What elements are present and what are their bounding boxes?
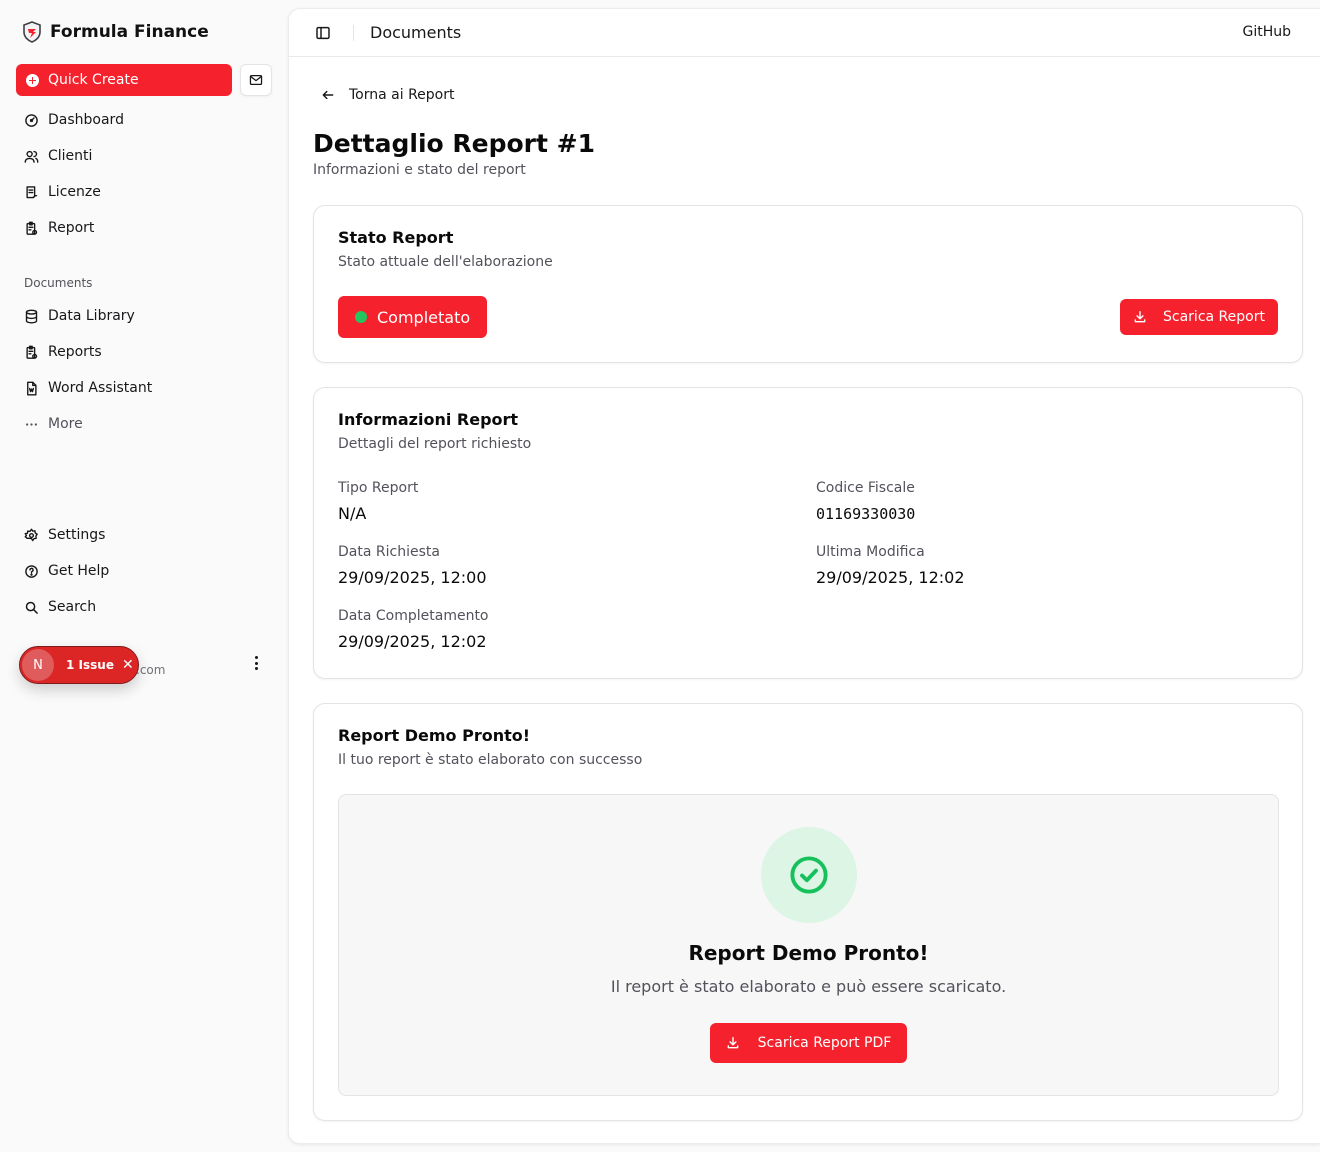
issue-label: 1 Issue xyxy=(66,658,114,672)
download-icon xyxy=(727,1037,739,1049)
ultima-modifica-label: Ultima Modifica xyxy=(816,544,925,560)
divider xyxy=(353,25,354,41)
quick-create-label: Quick Create xyxy=(48,72,139,88)
back-link-label: Torna ai Report xyxy=(349,87,455,103)
sidebar-item-word-assistant[interactable]: Word Assistant xyxy=(16,372,272,404)
issue-badge[interactable]: N 1 Issue ✕ xyxy=(19,646,139,684)
ultima-modifica-value: 29/09/2025, 12:02 xyxy=(816,568,965,587)
back-link[interactable]: Torna ai Report xyxy=(321,87,454,103)
users-icon xyxy=(24,150,39,163)
status-dot xyxy=(355,311,367,323)
download-pdf-label: Scarica Report PDF xyxy=(757,1035,892,1051)
card-description: Dettagli del report richiesto xyxy=(338,436,532,452)
tipo-report-label: Tipo Report xyxy=(338,480,419,496)
report-icon xyxy=(26,221,38,235)
sidebar-toggle-button[interactable] xyxy=(313,23,333,43)
mail-icon xyxy=(249,74,263,86)
sidebar-item-label: Clienti xyxy=(48,148,93,164)
data-completamento-value: 29/09/2025, 12:02 xyxy=(338,632,487,651)
page-subtitle: Informazioni e stato del report xyxy=(313,162,526,178)
github-link[interactable]: GitHub xyxy=(1242,24,1291,40)
download-icon xyxy=(1134,311,1146,323)
brand[interactable]: Formula Finance xyxy=(22,20,209,44)
codice-fiscale-value: 01169330030 xyxy=(816,505,916,523)
status-card: Stato Report Stato attuale dell'elaboraz… xyxy=(313,205,1303,363)
sidebar-item-clienti[interactable]: Clienti xyxy=(16,140,272,172)
sidebar-item-search[interactable]: Search xyxy=(16,591,272,623)
sidebar-item-reports[interactable]: Reports xyxy=(16,336,272,368)
sidebar-item-settings[interactable]: Settings xyxy=(16,519,272,551)
ellipsis-icon xyxy=(26,422,37,426)
brand-name: Formula Finance xyxy=(50,22,209,42)
quick-create-button[interactable]: Quick Create xyxy=(16,64,232,96)
demo-ready-card: Report Demo Pronto! Il tuo report è stat… xyxy=(313,703,1303,1121)
success-message: Il report è stato elaborato e può essere… xyxy=(610,977,1007,996)
card-title: Informazioni Report xyxy=(338,410,519,429)
success-check-icon xyxy=(761,827,857,923)
status-label: Completato xyxy=(377,307,471,327)
dashboard-icon xyxy=(25,113,38,127)
user-email: .com xyxy=(136,663,166,677)
inbox-button[interactable] xyxy=(240,64,272,96)
success-panel: Report Demo Pronto! Il report è stato el… xyxy=(338,794,1279,1096)
sidebar-item-label: Word Assistant xyxy=(48,380,153,396)
download-report-button[interactable]: Scarica Report xyxy=(1120,299,1278,335)
database-icon xyxy=(25,309,38,323)
data-richiesta-label: Data Richiesta xyxy=(338,544,440,560)
page-section-title: Documents xyxy=(370,23,462,42)
arrow-left-icon xyxy=(322,90,334,100)
sidebar-item-label: Data Library xyxy=(48,308,135,324)
license-icon xyxy=(26,185,38,198)
sidebar-item-label: Get Help xyxy=(48,563,110,579)
panel-left-icon xyxy=(316,26,330,40)
help-icon xyxy=(25,564,38,578)
sidebar: Formula Finance Quick Create Dashboard C… xyxy=(0,0,288,1152)
sidebar-item-report[interactable]: Report xyxy=(16,212,272,244)
sidebar-item-label: Search xyxy=(48,599,97,615)
close-icon[interactable]: ✕ xyxy=(122,658,134,672)
sidebar-item-label: Report xyxy=(48,220,95,236)
search-icon xyxy=(25,601,38,614)
sidebar-item-label: Settings xyxy=(48,527,106,543)
sidebar-item-licenze[interactable]: Licenze xyxy=(16,176,272,208)
issue-avatar: N xyxy=(22,649,54,681)
card-title: Stato Report xyxy=(338,228,454,247)
success-title: Report Demo Pronto! xyxy=(688,941,929,965)
sidebar-item-label: Reports xyxy=(48,344,102,360)
main-panel: Documents GitHub Torna ai Report Dettagl… xyxy=(288,8,1320,1144)
report-icon xyxy=(26,345,38,359)
page-title: Dettaglio Report #1 xyxy=(313,129,595,158)
sidebar-item-label: Licenze xyxy=(48,184,101,200)
data-completamento-label: Data Completamento xyxy=(338,608,489,624)
card-description: Il tuo report è stato elaborato con succ… xyxy=(338,752,643,768)
codice-fiscale-label: Codice Fiscale xyxy=(816,480,915,496)
card-title: Report Demo Pronto! xyxy=(338,726,531,745)
info-card: Informazioni Report Dettagli del report … xyxy=(313,387,1303,679)
user-menu-icon[interactable] xyxy=(248,654,264,672)
sidebar-item-more[interactable]: More xyxy=(16,408,272,440)
data-richiesta-value: 29/09/2025, 12:00 xyxy=(338,568,487,587)
sidebar-item-get-help[interactable]: Get Help xyxy=(16,555,272,587)
status-badge: Completato xyxy=(338,296,488,338)
top-bar: Documents GitHub xyxy=(289,9,1320,57)
gear-icon xyxy=(24,528,38,541)
tipo-report-value: N/A xyxy=(338,504,367,523)
shield-logo-icon xyxy=(23,21,41,43)
sidebar-item-label: More xyxy=(48,416,83,432)
download-report-label: Scarica Report xyxy=(1163,309,1265,325)
documents-group-label: Documents xyxy=(24,276,93,290)
sidebar-item-label: Dashboard xyxy=(48,112,124,128)
card-description: Stato attuale dell'elaborazione xyxy=(338,254,553,270)
word-file-icon xyxy=(27,381,37,395)
sidebar-item-dashboard[interactable]: Dashboard xyxy=(16,104,272,136)
sidebar-item-data-library[interactable]: Data Library xyxy=(16,300,272,332)
plus-circle-icon xyxy=(26,73,39,87)
download-pdf-button[interactable]: Scarica Report PDF xyxy=(710,1023,907,1063)
